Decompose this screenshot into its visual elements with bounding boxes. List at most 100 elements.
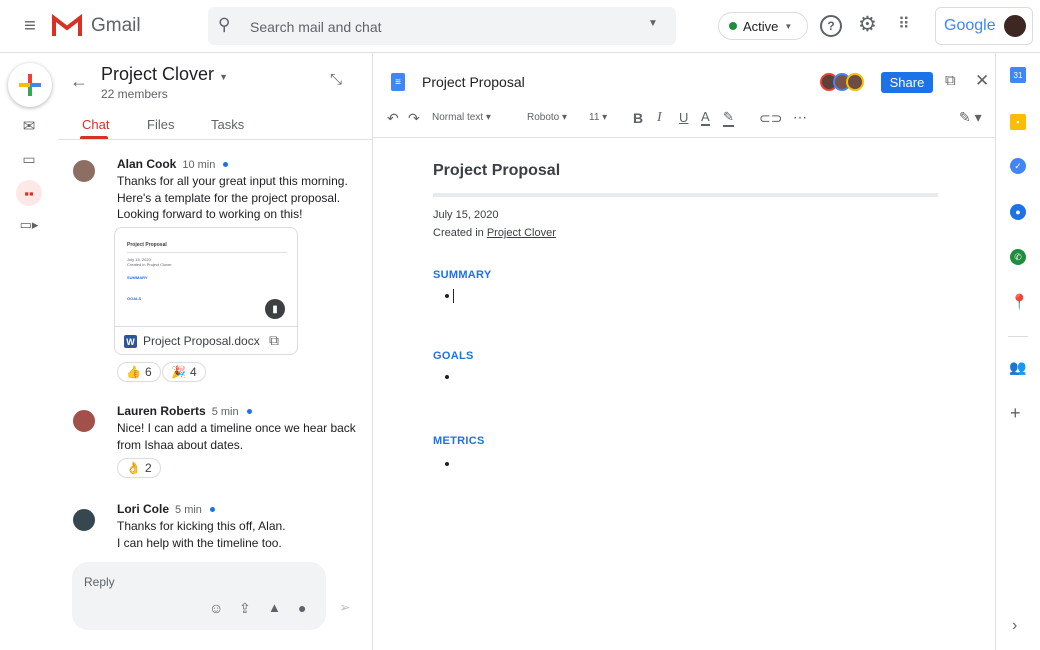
avatar [71,507,97,533]
sender-name: Alan Cook [117,157,177,171]
underline-icon[interactable]: U [679,110,688,125]
emoji-icon[interactable]: ☺ [209,600,223,616]
menu-icon[interactable]: ≡ [18,14,42,38]
back-arrow-icon[interactable]: ← [70,71,88,92]
preview-section: SUMMARY [127,275,148,280]
status-label: Active [743,18,779,34]
keep-icon[interactable]: ▪ [1010,114,1026,130]
compose-button[interactable] [8,63,52,107]
party-popper-icon: 🎉 [171,365,186,379]
chevron-down-icon: ▼ [784,21,793,31]
section-metrics: METRICS [433,435,485,447]
divider [373,137,995,138]
tab-tasks[interactable]: Tasks [211,117,244,132]
reaction-chip[interactable]: 🎉 4 [162,362,206,382]
attachment-card[interactable]: Project Proposal July 15, 2020 Created i… [114,227,298,355]
maps-icon[interactable]: 📍 [1010,293,1029,311]
meet-icon[interactable]: ▭▸ [18,216,40,234]
doc-title: Project Proposal [422,74,525,90]
text-color-icon[interactable]: A [701,109,710,126]
doc-date: July 15, 2020 [433,209,499,221]
gmail-logo[interactable] [52,13,82,43]
add-icon[interactable]: + [1010,403,1021,424]
user-avatar[interactable] [1002,13,1028,39]
unread-dot [209,507,215,513]
undo-icon[interactable]: ↶ [387,110,399,127]
calendar-icon[interactable]: 31 [1010,67,1026,83]
reaction-chip[interactable]: 👍 6 [117,362,161,382]
section-summary: SUMMARY [433,269,492,281]
message-line: Nice! I can add a timeline once we hear … [117,421,356,435]
message: Lori Cole 5 min Thanks for kicking this o… [117,502,286,551]
message-line: Thanks for all your great input this mor… [117,174,348,188]
timestamp: 10 min [182,159,216,171]
message: Lauren Roberts 5 min Nice! I can add a ti… [117,404,356,453]
tab-files[interactable]: Files [147,117,174,132]
message: Alan Cook 10 min Thanks for all your grea… [117,157,348,223]
collapse-icon[interactable]: ⤡ [330,71,342,88]
contacts-icon[interactable]: ● [1010,204,1026,220]
reply-input[interactable]: Reply [84,575,115,589]
plus-icon [19,74,41,96]
divider [58,139,372,140]
drive-icon[interactable]: ▲ [268,600,281,615]
editing-mode-icon[interactable]: ✎ ▾ [959,109,982,126]
rooms-icon[interactable]: ▪▪ [16,180,42,206]
collaborator-avatar[interactable] [846,73,864,91]
sender-name: Lori Cole [117,502,170,516]
message-line: I can help with the timeline too. [117,535,282,550]
meet-video-icon[interactable]: ● [298,600,306,616]
highlight-icon[interactable]: ✎ [723,109,734,127]
voice-icon[interactable]: ✆ [1010,249,1026,265]
style-dropdown[interactable]: Normal text ▾ [432,112,491,123]
preview-created: Created in Project Clover [127,262,172,267]
avatar [71,158,97,184]
room-link[interactable]: Project Clover [487,227,556,239]
link-icon[interactable]: ⊂⊃ [759,110,782,127]
avatar [71,408,97,434]
reaction-chip[interactable]: 👌 2 [117,458,161,478]
help-icon[interactable]: ? [820,15,842,37]
open-external-icon[interactable]: ⧉ [269,332,279,349]
app-name: Gmail [91,15,141,36]
message-line: Looking forward to working on this! [117,207,303,221]
section-goals: GOALS [433,350,474,362]
chevron-down-icon: ▼ [219,72,228,82]
status-dot [729,22,737,30]
search-bar[interactable]: ⚲ Search mail and chat ▼ [208,7,676,45]
bold-icon[interactable]: B [633,110,643,126]
close-icon[interactable]: ✕ [975,71,989,91]
apps-grid-icon[interactable]: ⠿ [898,14,910,34]
heading-rule [433,193,938,197]
send-icon[interactable]: ➢ [339,599,351,616]
people-icon[interactable]: 👥 [1009,359,1026,376]
status-button[interactable]: Active ▼ [718,12,808,40]
redo-icon[interactable]: ↷ [408,110,420,127]
share-button[interactable]: Share [881,72,933,93]
text-cursor [453,289,454,303]
docs-icon: ≡ [391,73,405,91]
ok-hand-icon: 👌 [126,461,141,475]
open-in-new-icon[interactable]: ⧉ [945,72,956,89]
chevron-right-icon[interactable]: › [1012,617,1017,635]
settings-gear-icon[interactable]: ⚙ [858,12,877,37]
tab-chat[interactable]: Chat [82,117,109,132]
mail-icon[interactable]: ✉ [18,117,40,135]
account-area[interactable]: Google [935,7,1033,45]
more-options-icon[interactable]: ⋯ [793,109,807,126]
upload-icon[interactable]: ⇪ [239,600,251,617]
bullet [445,462,449,466]
member-count: 22 members [101,87,168,101]
italic-icon[interactable]: I [657,110,662,126]
chat-panel: ← Project Clover ▼ 22 members ⤡ Chat Fil… [58,53,373,650]
chat-icon[interactable]: ▭ [18,150,40,168]
reaction-count: 6 [144,365,152,379]
font-size-dropdown[interactable]: 11 ▾ [589,112,607,123]
tasks-icon[interactable]: ✓ [1010,158,1026,174]
search-icon[interactable]: ⚲ [218,15,230,35]
search-options-icon[interactable]: ▼ [648,18,658,29]
search-input[interactable]: Search mail and chat [250,19,382,35]
font-dropdown[interactable]: Roboto ▾ [527,112,567,123]
room-title[interactable]: Project Clover ▼ [101,64,228,85]
reply-box[interactable]: Reply ☺ ⇪ ▲ ● [72,562,326,630]
